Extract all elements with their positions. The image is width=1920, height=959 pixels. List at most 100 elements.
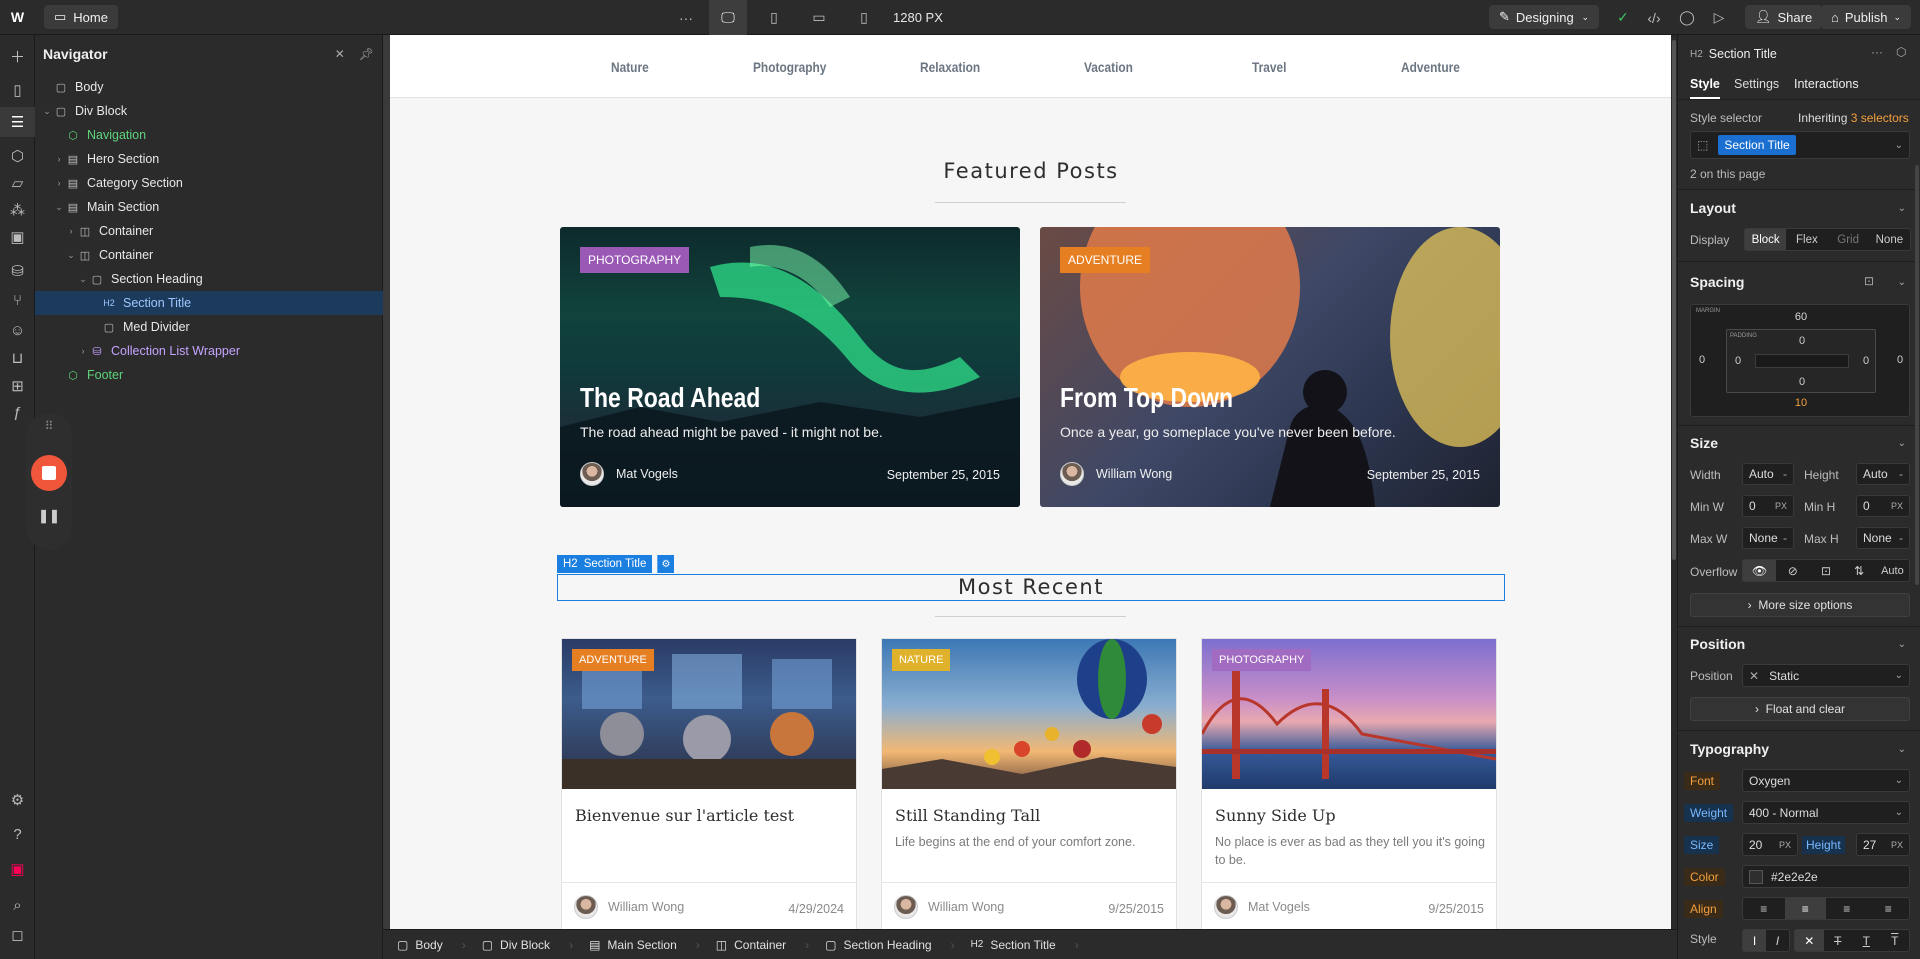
selected-element-tag[interactable]: H2 Section Title (557, 555, 653, 573)
cms-icon[interactable]: ⛁ (0, 256, 35, 286)
position-select[interactable]: ✕ Static ⌄ (1742, 664, 1910, 687)
nav-link-vacation[interactable]: Vacation (1084, 35, 1133, 98)
home-page-button[interactable]: ▭ Home (44, 5, 118, 29)
more-icon[interactable]: ··· (1871, 45, 1883, 59)
chevron-right-icon[interactable]: › (77, 346, 89, 356)
chevron-down-icon[interactable]: ⌄ (1898, 203, 1906, 214)
publish-button[interactable]: ⌂ Publish ⌄ (1821, 5, 1912, 29)
margin-left-value[interactable]: 0 (1695, 354, 1709, 366)
selector-input[interactable]: ⬚ Section Title ⌄ (1690, 131, 1910, 159)
display-none-option[interactable]: None (1869, 229, 1910, 250)
overflow-hidden-icon[interactable]: ⊘ (1776, 560, 1809, 581)
panel-scrollbar[interactable] (1915, 165, 1919, 585)
drag-handle-icon[interactable]: ⠿ (26, 419, 72, 433)
chevron-down-icon[interactable]: ⌄ (65, 250, 77, 261)
nav-link-relaxation[interactable]: Relaxation (920, 35, 980, 98)
category-badge[interactable]: NATURE (892, 649, 951, 671)
overflow-visible-icon[interactable]: 👁︎ (1743, 560, 1777, 581)
selector-chip[interactable]: Section Title (1718, 135, 1796, 155)
share-button[interactable]: 👤︎ Share (1745, 5, 1823, 29)
recent-post-card[interactable]: ADVENTURE Bienvenue sur l'article test W… (561, 638, 857, 929)
min-width-input[interactable]: 0 PX (1742, 495, 1794, 517)
recent-section-title[interactable]: Most Recent (557, 575, 1505, 599)
tree-item-container[interactable]: ⌄ ◫ Container (35, 243, 383, 267)
align-right-icon[interactable]: ≡ (1826, 898, 1868, 919)
pause-icon[interactable]: ❚❚ (26, 508, 72, 524)
overline-icon[interactable]: T (1881, 930, 1910, 951)
align-left-icon[interactable]: ≡ (1743, 898, 1785, 919)
display-block-option[interactable]: Block (1745, 229, 1787, 250)
overflow-auto-option[interactable]: Auto (1876, 560, 1909, 581)
spacing-section-title[interactable]: Spacing (1690, 274, 1744, 290)
components-icon[interactable]: ⬡ (0, 141, 35, 171)
chevron-down-icon[interactable]: ⌄ (1895, 140, 1903, 151)
weight-select[interactable]: 400 - Normal ⌄ (1742, 801, 1910, 824)
chevron-right-icon[interactable]: › (65, 226, 77, 236)
padding-top-value[interactable]: 0 (1792, 335, 1812, 347)
tree-item-footer[interactable]: ⬡ Footer (35, 363, 383, 387)
mobile-landscape-breakpoint-icon[interactable]: ▭ (800, 0, 838, 35)
users-icon[interactable]: ☺ (0, 315, 35, 345)
height-input[interactable]: Auto - (1856, 463, 1910, 485)
chevron-down-icon[interactable]: ⌄ (1898, 744, 1906, 755)
category-badge[interactable]: ADVENTURE (1060, 247, 1151, 273)
category-badge[interactable]: ADVENTURE (572, 649, 654, 671)
logic-icon[interactable]: ⑂ (0, 285, 35, 315)
color-swatch[interactable] (1749, 869, 1763, 884)
post-title[interactable]: Bienvenue sur l'article test (575, 806, 794, 825)
tree-item-main-section[interactable]: ⌄ ▤ Main Section (35, 195, 383, 219)
breadcrumb-section-heading[interactable]: ▢ Section Heading › (821, 938, 966, 952)
featured-section-title[interactable]: Featured Posts (557, 159, 1505, 183)
nav-link-nature[interactable]: Nature (611, 35, 649, 98)
chevron-down-icon[interactable]: ⌄ (77, 274, 89, 285)
variables-icon[interactable]: ⁂ (0, 195, 35, 225)
position-section-title[interactable]: Position (1690, 636, 1745, 652)
component-icon[interactable]: ⬡ (1896, 45, 1906, 59)
category-badge[interactable]: PHOTOGRAPHY (580, 247, 690, 273)
display-flex-option[interactable]: Flex (1786, 229, 1827, 250)
tab-settings[interactable]: Settings (1734, 77, 1779, 91)
nav-link-adventure[interactable]: Adventure (1401, 35, 1460, 98)
margin-bottom-value[interactable]: 10 (1791, 397, 1811, 409)
styles-icon[interactable]: ▱ (0, 168, 35, 198)
chevron-down-icon[interactable]: ⌄ (41, 106, 53, 117)
tree-item-hero-section[interactable]: › ▤ Hero Section (35, 147, 383, 171)
tablet-breakpoint-icon[interactable]: ▯ (755, 0, 793, 35)
max-width-input[interactable]: None - (1742, 527, 1794, 549)
mobile-portrait-breakpoint-icon[interactable]: ▯ (845, 0, 883, 35)
layout-section-title[interactable]: Layout (1690, 200, 1736, 216)
tree-item-div-block[interactable]: ⌄ ▢ Div Block (35, 99, 383, 123)
breadcrumb-section-title[interactable]: H2 Section Title › (967, 938, 1091, 952)
breadcrumb-div-block[interactable]: ▢ Div Block › (478, 938, 585, 952)
preview-play-icon[interactable]: ▷ (1700, 0, 1738, 35)
post-title[interactable]: Still Standing Tall (895, 806, 1040, 825)
strikethrough-icon[interactable]: T (1824, 930, 1853, 951)
scrollbar-thumb[interactable] (1672, 40, 1676, 560)
display-grid-option[interactable]: Grid (1828, 229, 1869, 250)
padding-right-value[interactable]: 0 (1859, 355, 1873, 367)
help-icon[interactable]: ? (0, 819, 35, 849)
featured-title[interactable]: The Road Ahead (580, 382, 760, 414)
chat-icon[interactable]: ◻ (0, 920, 35, 950)
tree-item-category-section[interactable]: › ▤ Category Section (35, 171, 383, 195)
overflow-clip-icon[interactable]: ⇅ (1843, 560, 1876, 581)
featured-card[interactable]: PHOTOGRAPHY The Road Ahead The road ahea… (560, 227, 1020, 507)
assets-icon[interactable]: ▣ (0, 222, 35, 252)
chevron-down-icon[interactable]: ⌄ (1898, 438, 1906, 449)
add-elements-icon[interactable]: ＋ (0, 41, 35, 71)
width-input[interactable]: Auto - (1742, 463, 1794, 485)
search-icon[interactable]: ⌕ (0, 890, 35, 920)
overflow-scroll-icon[interactable]: ⊡ (1809, 560, 1842, 581)
stop-recording-button[interactable] (31, 455, 67, 491)
tree-item-section-heading[interactable]: ⌄ ▢ Section Heading (35, 267, 383, 291)
decoration-none-icon[interactable]: ✕ (1795, 930, 1824, 951)
underline-icon[interactable]: T (1852, 930, 1881, 951)
tree-item-section-title[interactable]: H2 Section Title (35, 291, 383, 315)
mode-dropdown[interactable]: ✎ Designing ⌄ (1489, 5, 1599, 29)
spacing-mode-icon[interactable]: ⊡ (1864, 274, 1874, 288)
breadcrumb-main-section[interactable]: ▤ Main Section › (585, 938, 712, 952)
chevron-right-icon[interactable]: › (53, 154, 65, 164)
chevron-down-icon[interactable]: ⌄ (1898, 277, 1906, 288)
min-height-input[interactable]: 0 PX (1856, 495, 1910, 517)
desktop-breakpoint-icon[interactable]: 🖵 (709, 0, 747, 35)
